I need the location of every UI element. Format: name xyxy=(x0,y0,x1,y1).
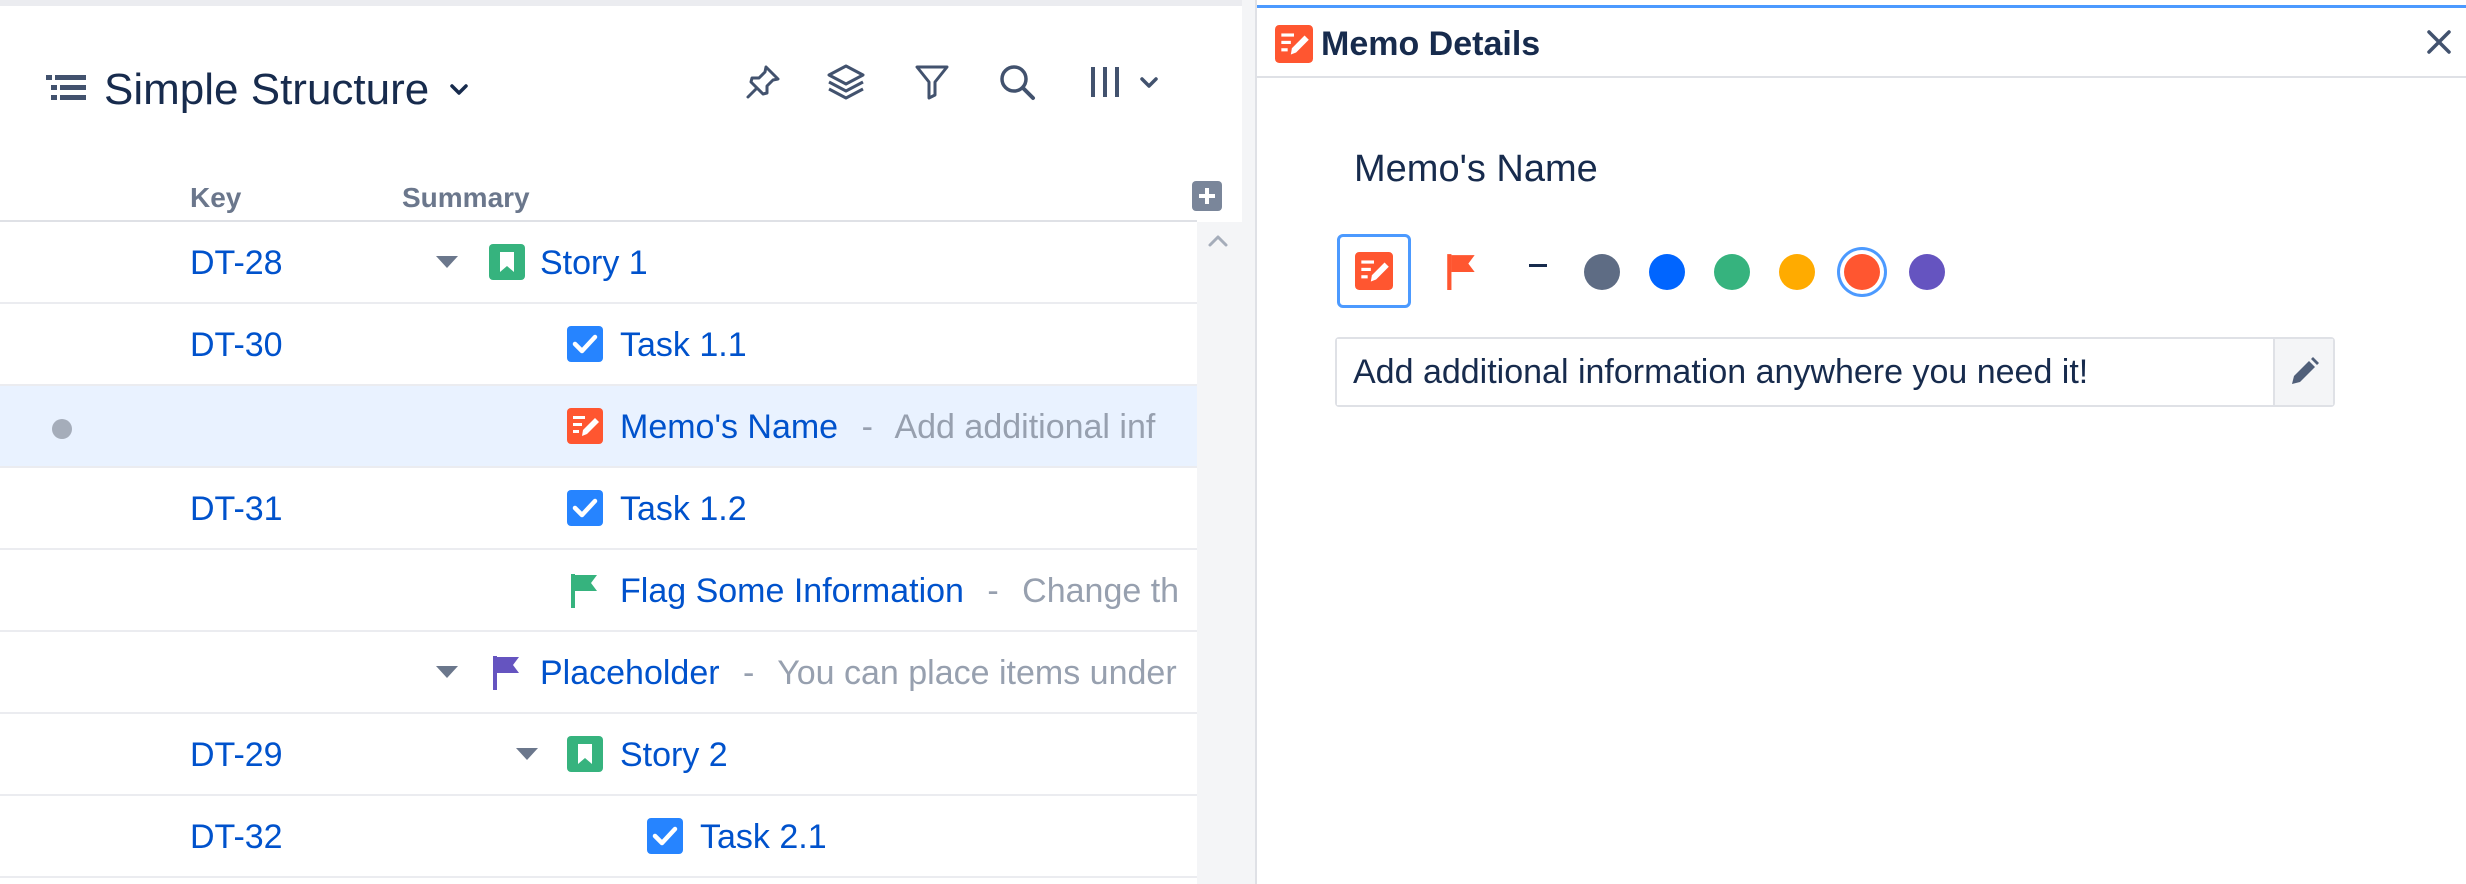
search-icon xyxy=(1000,65,1035,100)
memo-details-panel: Memo Details Memo's Name xyxy=(1257,0,2466,884)
color-swatch-gray[interactable] xyxy=(1584,254,1620,290)
no-color-option[interactable] xyxy=(1529,264,1547,267)
summary-description: Change th xyxy=(1022,572,1180,610)
panel-header: Memo Details xyxy=(1275,18,1540,70)
task-icon xyxy=(567,326,603,362)
panel-title: Memo Details xyxy=(1321,24,1541,63)
summary-description: You can place items under xyxy=(777,654,1177,692)
story-icon xyxy=(567,736,603,772)
summary-text[interactable]: Task 1.1 xyxy=(620,326,747,364)
issue-key[interactable]: DT-31 xyxy=(190,490,283,529)
issue-key[interactable]: DT-30 xyxy=(190,326,283,365)
description-field xyxy=(1335,337,2335,407)
structure-icon xyxy=(46,75,86,100)
memo-icon xyxy=(1275,25,1313,63)
row-summary[interactable]: Placeholder - You can place items under xyxy=(540,654,1177,693)
color-swatch-purple[interactable] xyxy=(1909,254,1945,290)
row-summary[interactable]: Memo's Name - Add additional inf xyxy=(620,408,1155,447)
edit-description-button[interactable] xyxy=(2273,339,2333,405)
row-summary[interactable]: Task 1.1 xyxy=(620,326,747,365)
summary-text[interactable]: Memo's Name xyxy=(620,408,838,446)
summary-separator: - xyxy=(743,654,755,692)
table-row[interactable]: Flag Some Information - Change th xyxy=(0,550,1197,632)
summary-text[interactable]: Placeholder xyxy=(540,654,720,692)
memo-icon xyxy=(567,408,603,444)
summary-separator: - xyxy=(987,572,999,610)
table-row[interactable]: DT-28 Story 1 xyxy=(0,222,1197,304)
close-icon[interactable] xyxy=(2421,24,2457,60)
column-header-key[interactable]: Key xyxy=(190,182,241,214)
pencil-icon xyxy=(2292,357,2319,384)
columns-button[interactable] xyxy=(1078,58,1168,106)
column-header-summary[interactable]: Summary xyxy=(402,182,530,214)
task-icon xyxy=(567,490,603,526)
table-row[interactable]: DT-29 Story 2 xyxy=(0,714,1197,796)
issue-key[interactable]: DT-29 xyxy=(190,736,283,775)
issue-key[interactable]: DT-28 xyxy=(190,244,283,283)
table-row[interactable]: DT-32 Task 2.1 xyxy=(0,796,1197,878)
row-summary[interactable]: Flag Some Information - Change th xyxy=(620,572,1179,611)
collapse-toggle-icon[interactable] xyxy=(436,256,458,268)
structure-title[interactable]: Simple Structure xyxy=(104,65,429,115)
table-row[interactable]: Memo's Name - Add additional inf xyxy=(0,386,1197,468)
structure-selector[interactable]: Simple Structure xyxy=(46,60,469,120)
color-swatch-yellow[interactable] xyxy=(1779,254,1815,290)
table-row[interactable]: Placeholder - You can place items under xyxy=(0,632,1197,714)
layers-icon xyxy=(827,64,865,100)
summary-text[interactable]: Task 1.2 xyxy=(620,490,747,528)
top-border xyxy=(0,0,1242,6)
vertical-scrollbar[interactable] xyxy=(1197,222,1242,884)
color-swatch-green[interactable] xyxy=(1714,254,1750,290)
filter-button[interactable] xyxy=(908,58,956,106)
row-summary[interactable]: Story 2 xyxy=(620,736,728,775)
summary-text[interactable]: Flag Some Information xyxy=(620,572,964,610)
search-button[interactable] xyxy=(993,58,1041,106)
color-swatch-red[interactable] xyxy=(1844,254,1880,290)
summary-text[interactable]: Story 2 xyxy=(620,736,728,774)
panel-resize-handle[interactable] xyxy=(1242,0,1257,884)
flag-icon xyxy=(1447,254,1475,290)
description-input[interactable] xyxy=(1337,339,2273,405)
summary-text[interactable]: Task 2.1 xyxy=(700,818,827,856)
row-summary[interactable]: Task 1.2 xyxy=(620,490,747,529)
row-drag-handle[interactable] xyxy=(52,419,72,439)
columns-icon xyxy=(1091,67,1119,97)
row-summary[interactable]: Task 2.1 xyxy=(700,818,827,857)
add-column-button[interactable] xyxy=(1192,181,1222,211)
collapse-toggle-icon[interactable] xyxy=(516,748,538,760)
scroll-up-icon[interactable] xyxy=(1207,234,1229,248)
placeholder-flag-icon xyxy=(493,656,519,690)
pin-icon xyxy=(746,65,780,99)
color-swatch-blue[interactable] xyxy=(1649,254,1685,290)
chevron-down-icon[interactable] xyxy=(449,80,469,100)
icon-option-flag[interactable] xyxy=(1425,234,1499,308)
task-icon xyxy=(647,818,683,854)
flag-icon xyxy=(571,574,597,608)
issue-key[interactable]: DT-32 xyxy=(190,818,283,857)
summary-description: Add additional inf xyxy=(894,408,1156,446)
row-summary[interactable]: Story 1 xyxy=(540,244,648,283)
transformations-button[interactable] xyxy=(822,58,870,106)
pin-button[interactable] xyxy=(739,58,787,106)
collapse-toggle-icon[interactable] xyxy=(436,666,458,678)
memo-name-field[interactable]: Memo's Name xyxy=(1354,148,1598,191)
chevron-down-icon xyxy=(1140,77,1158,88)
table-row[interactable]: DT-30 Task 1.1 xyxy=(0,304,1197,386)
summary-separator: - xyxy=(861,408,873,446)
memo-icon xyxy=(1355,252,1393,290)
icon-option-memo[interactable] xyxy=(1337,234,1411,308)
panel-focus-border xyxy=(1257,5,2466,8)
header-divider xyxy=(1257,76,2466,78)
table-row[interactable]: DT-31 Task 1.2 xyxy=(0,468,1197,550)
structure-panel: Simple Structure Key Summary DT-28 Story… xyxy=(0,0,1257,884)
summary-text[interactable]: Story 1 xyxy=(540,244,648,282)
story-icon xyxy=(489,244,525,280)
filter-icon xyxy=(915,65,949,100)
